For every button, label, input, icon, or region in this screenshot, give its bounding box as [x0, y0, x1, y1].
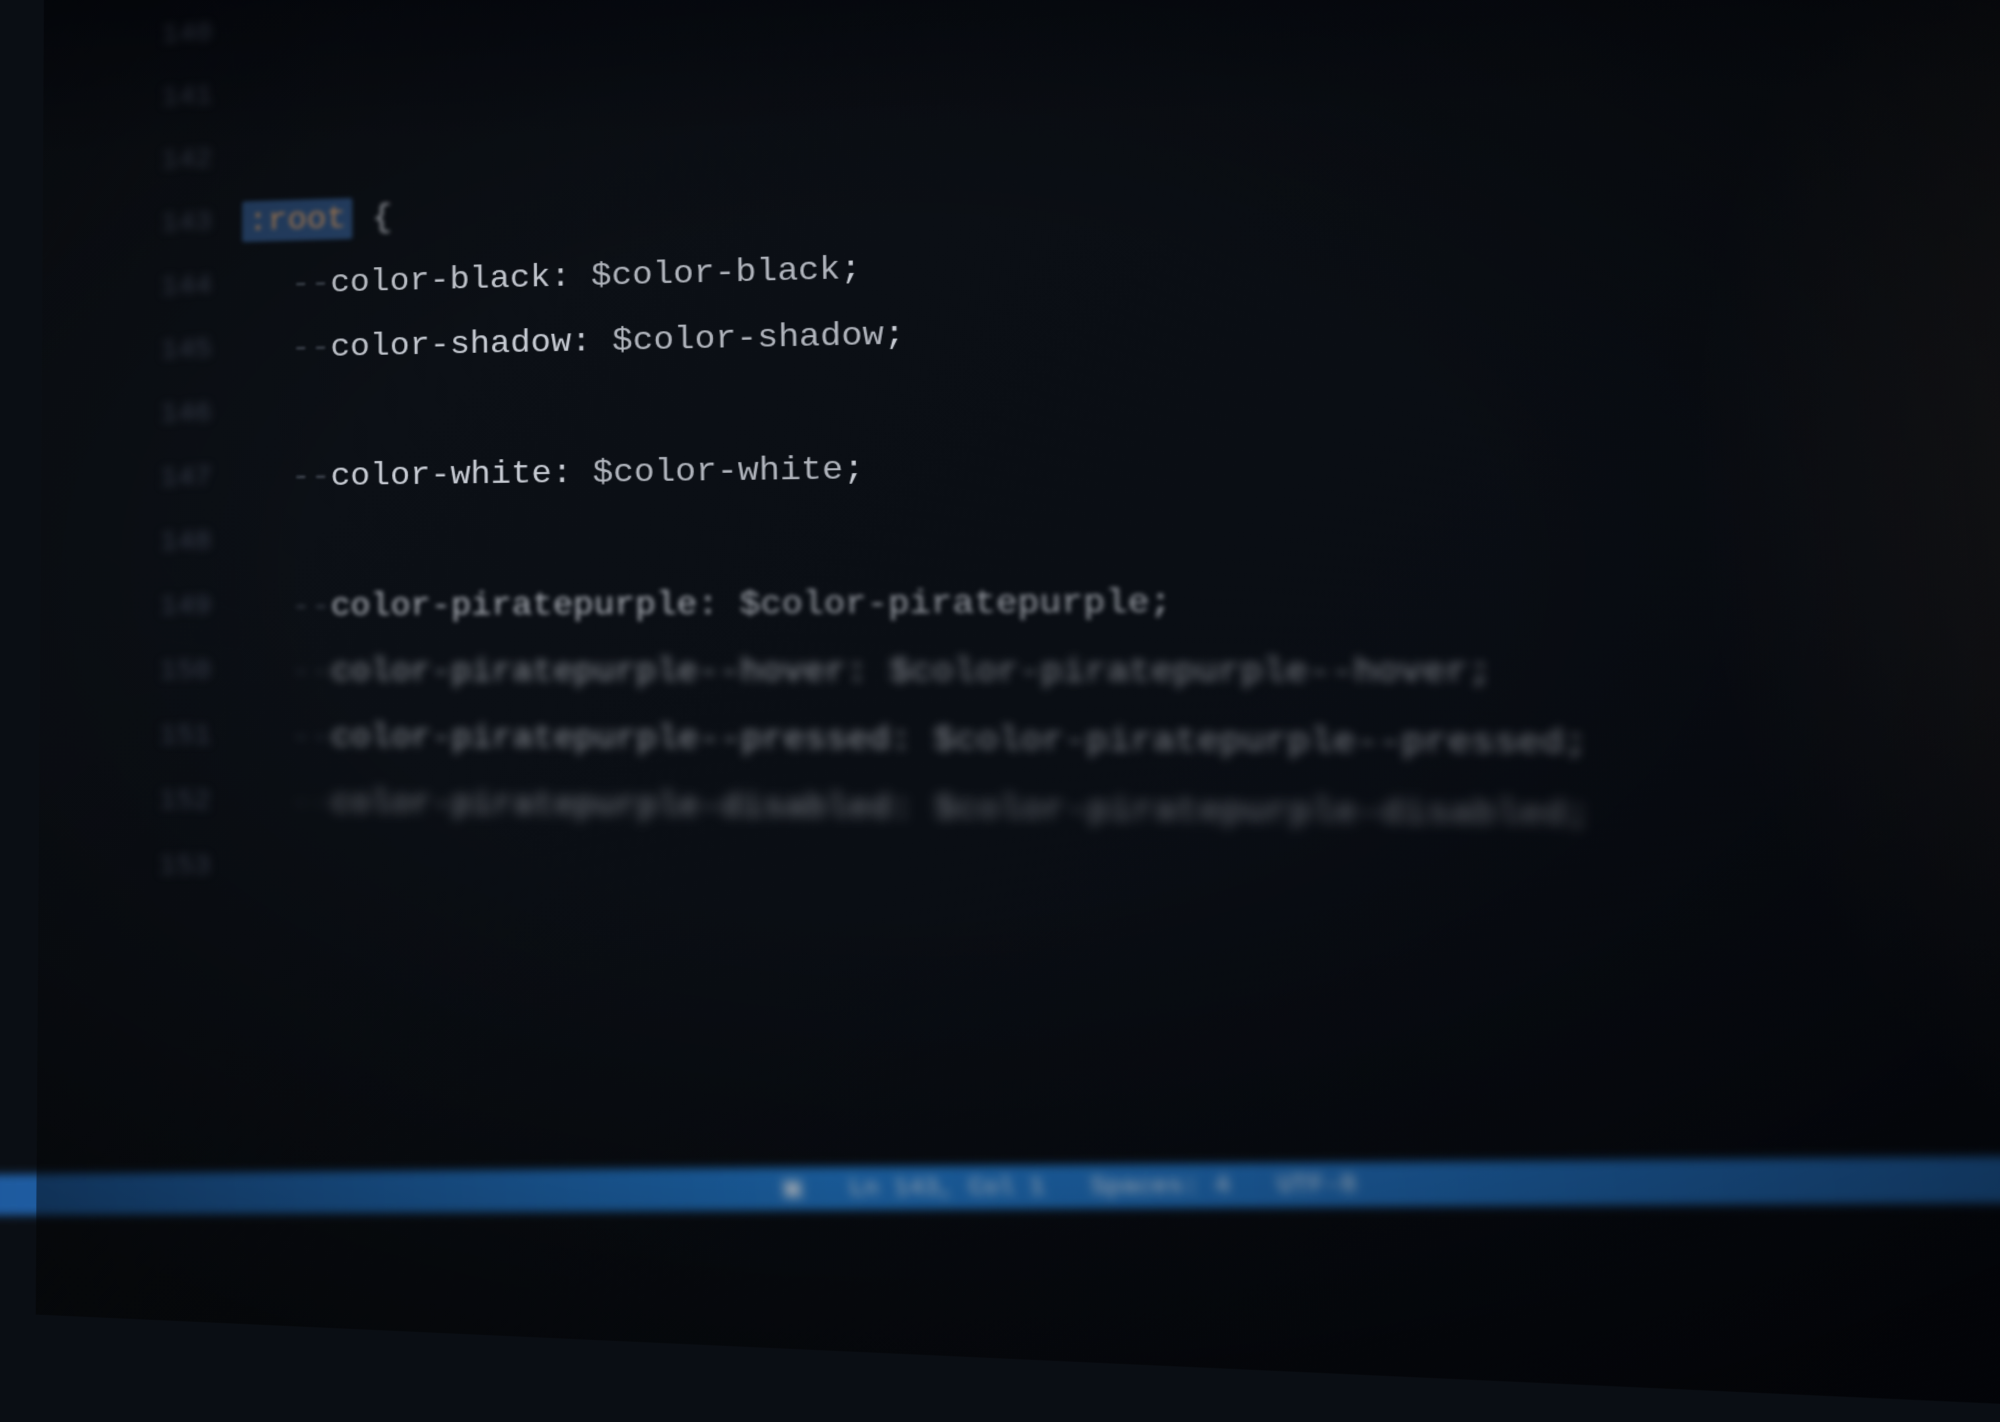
property-dash: -- [291, 653, 331, 691]
property-value: $color-white [593, 450, 844, 492]
line-number-gutter: 140 141 142 143 144 145 146 147 148 149 … [36, 1, 243, 1324]
property-name: color-piratepurple [331, 585, 698, 625]
line-number: 147 [41, 446, 212, 512]
code-line-property: --color-piratepurple--hover: $color-pira… [242, 636, 2000, 711]
property-name: color-piratepurple--pressed [331, 718, 891, 759]
code-line-property: --color-piratepurple-disabled: $color-pi… [242, 770, 2000, 860]
semicolon: ; [840, 250, 862, 289]
property-dash: -- [291, 458, 331, 496]
colon: : [891, 788, 913, 828]
semicolon: ; [883, 315, 905, 354]
property-dash: -- [291, 265, 330, 303]
brace-open: { [372, 199, 392, 237]
status-encoding[interactable]: UTF-8 [1276, 1171, 1357, 1200]
property-name: color-white [330, 454, 551, 495]
property-dash: -- [291, 329, 330, 367]
line-number: 152 [39, 768, 211, 835]
property-value: $color-piratepurple-disabled [934, 789, 1567, 835]
colon: : [550, 258, 571, 296]
colon: : [571, 323, 592, 361]
property-name: color-shadow [330, 323, 571, 366]
line-number: 150 [39, 640, 211, 705]
line-number: 149 [40, 575, 211, 640]
colon: : [846, 652, 868, 691]
line-number: 142 [43, 128, 212, 197]
property-name: color-piratepurple-disabled [331, 784, 892, 828]
property-dash: -- [291, 784, 331, 822]
property-dash: -- [291, 718, 331, 756]
line-number: 146 [41, 382, 211, 449]
property-name: color-piratepurple--hover [331, 652, 847, 691]
line-number: 143 [42, 192, 212, 260]
property-value: $color-black [591, 250, 841, 295]
line-number: 140 [43, 3, 212, 73]
line-number: 145 [41, 319, 211, 386]
property-name: color-black [330, 258, 550, 301]
line-number: 153 [38, 833, 210, 901]
semicolon: ; [1563, 723, 1588, 764]
code-editor: 140 141 142 143 144 145 146 147 148 149 … [36, 0, 2000, 1422]
semicolon: ; [1149, 583, 1172, 623]
status-terminal-icon[interactable]: ▣ [780, 1175, 805, 1203]
property-value: $color-shadow [612, 316, 884, 360]
property-value: $color-piratepurple--hover [889, 652, 1470, 693]
semicolon: ; [1566, 794, 1591, 836]
line-number: 144 [42, 255, 212, 323]
property-value: $color-piratepurple--pressed [933, 720, 1565, 763]
status-indent[interactable]: Spaces: 4 [1090, 1172, 1231, 1201]
code-line-property: --color-piratepurple: $color-piratepurpl… [242, 561, 2000, 639]
line-number: 141 [43, 65, 212, 134]
colon: : [552, 454, 573, 492]
line-number: 151 [39, 704, 211, 770]
semicolon: ; [1468, 652, 1492, 693]
colon: : [890, 720, 912, 760]
line-number: 148 [40, 511, 211, 577]
semicolon: ; [843, 450, 865, 489]
property-dash: -- [291, 587, 331, 625]
property-value: $color-piratepurple [739, 583, 1150, 624]
colon: : [697, 585, 718, 624]
css-selector: :root [242, 198, 352, 242]
status-cursor-position[interactable]: Ln 143, Col 1 [848, 1173, 1045, 1202]
